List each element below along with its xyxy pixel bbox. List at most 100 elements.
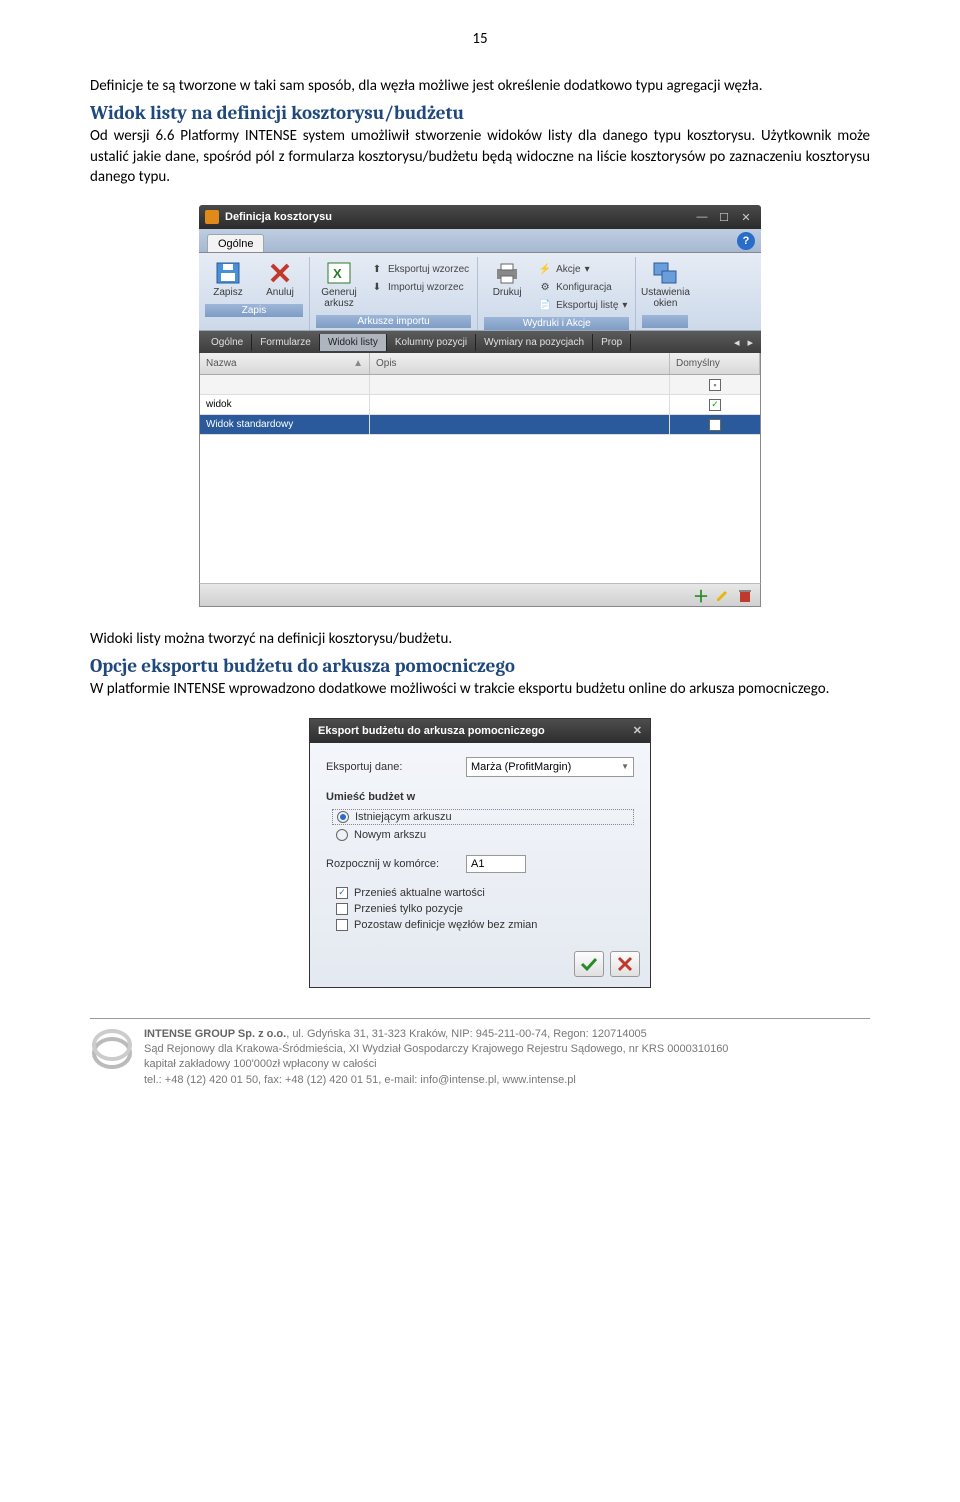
drukuj-button[interactable]: Drukuj xyxy=(484,259,530,300)
windows-icon xyxy=(651,261,679,285)
list-export-icon: 📄 xyxy=(538,298,552,312)
screenshot-definicja-kosztorysu: Definicja kosztorysu — ☐ ✕ Ogólne ? Zapi… xyxy=(199,205,761,607)
paragraph-3: Widoki listy można tworzyć na definicji … xyxy=(90,629,870,649)
help-icon[interactable]: ? xyxy=(737,232,755,250)
edit-button[interactable] xyxy=(714,586,732,604)
gear-icon: ⚙ xyxy=(538,280,552,294)
akcje-button[interactable]: ⚡Akcje ▾ xyxy=(536,261,629,277)
import-icon: ⬇ xyxy=(370,280,384,294)
label-eksportuj-dane: Eksportuj dane: xyxy=(326,761,456,773)
table-row[interactable]: Widok standardowy xyxy=(200,415,760,435)
ribbon: Zapisz Anuluj Zapis X Generuj arkusz ⬆Ek… xyxy=(199,253,761,331)
footer-contact: tel.: +48 (12) 420 01 50, fax: +48 (12) … xyxy=(144,1073,728,1088)
radio-nowy[interactable]: Nowym arkszu xyxy=(336,829,634,841)
add-button[interactable]: ＋ xyxy=(692,586,710,604)
import-wzorzec-button[interactable]: ⬇ Importuj wzorzec xyxy=(368,279,471,295)
paragraph-4: W platformie INTENSE wprowadzono dodatko… xyxy=(90,679,870,699)
filter-nazwa[interactable] xyxy=(200,375,370,394)
subtab-kolumny[interactable]: Kolumny pozycji xyxy=(387,334,476,351)
radio-icon xyxy=(336,829,348,841)
dropdown-eksportuj-dane[interactable]: Marża (ProfitMargin) ▼ xyxy=(466,757,634,777)
checkbox-pozostaw[interactable]: Pozostaw definicje węzłów bez zmian xyxy=(336,919,634,931)
cancel-button[interactable]: Anuluj xyxy=(257,259,303,300)
close-button[interactable]: ✕ xyxy=(633,724,642,737)
cell-input[interactable] xyxy=(466,855,526,873)
filter-opis[interactable] xyxy=(370,375,670,394)
tab-scroll-right[interactable]: ▸ xyxy=(743,336,757,349)
footer-court: Sąd Rejonowy dla Krakowa-Śródmieścia, XI… xyxy=(144,1042,728,1057)
eksportuj-liste-label: Eksportuj listę xyxy=(556,300,618,311)
subtabs: Ogólne Formularze Widoki listy Kolumny p… xyxy=(199,331,761,353)
subtab-wymiary[interactable]: Wymiary na pozycjach xyxy=(476,334,593,351)
footer-capital: kapitał zakładowy 100'000zł wpłacony w c… xyxy=(144,1057,728,1072)
cancel-icon xyxy=(266,261,294,285)
col-domyslny[interactable]: Domyślny xyxy=(670,353,760,374)
filter-row: ▪ xyxy=(200,375,760,395)
table-row[interactable]: widok ✓ xyxy=(200,395,760,415)
ribbon-group-arkusze: X Generuj arkusz ⬆Eksportuj wzorzec ⬇ Imp… xyxy=(310,257,478,330)
konfig-button[interactable]: ⚙ Konfiguracja xyxy=(536,279,629,295)
radio-label: Nowym arkszu xyxy=(354,829,426,841)
drukuj-label: Drukuj xyxy=(493,287,522,298)
tab-scroll-left[interactable]: ◂ xyxy=(730,336,744,349)
footer-logo xyxy=(90,1027,134,1071)
checkbox-label: Przenieś aktualne wartości xyxy=(354,887,485,899)
generuj-button[interactable]: X Generuj arkusz xyxy=(316,259,362,311)
checkbox-przenies-pozycje[interactable]: Przenieś tylko pozycje xyxy=(336,903,634,915)
page-footer: INTENSE GROUP Sp. z o.o., ul. Gdyńska 31… xyxy=(90,1018,870,1089)
radio-label: Istniejącym arkuszu xyxy=(355,811,452,823)
screenshot-eksport-dialog: Eksport budżetu do arkusza pomocniczego … xyxy=(309,718,651,988)
save-label: Zapisz xyxy=(213,287,242,298)
subtab-ogolne[interactable]: Ogólne xyxy=(203,334,252,351)
ribbon-group-ustawienia: Ustawienia okien xyxy=(636,257,694,330)
subtab-formularze[interactable]: Formularze xyxy=(252,334,320,351)
label-umiesc: Umieść budżet w xyxy=(326,791,634,803)
tab-ogolne[interactable]: Ogólne xyxy=(207,234,264,252)
row-checkbox[interactable]: ✓ xyxy=(709,399,721,411)
checkbox-icon: ✓ xyxy=(336,887,348,899)
footer-text: INTENSE GROUP Sp. z o.o., ul. Gdyńska 31… xyxy=(144,1027,728,1089)
ribbon-group-zapis: Zapisz Anuluj Zapis xyxy=(199,257,310,330)
minimize-button[interactable]: — xyxy=(693,211,711,223)
ribbon-group-wydruki: Drukuj ⚡Akcje ▾ ⚙ Konfiguracja 📄 Eksportuj… xyxy=(478,257,636,330)
radio-istniejacy[interactable]: Istniejącym arkuszu xyxy=(332,809,634,825)
grid-footer: ＋ xyxy=(199,583,761,607)
grid-header: Nazwa▲ Opis Domyślny xyxy=(200,353,760,375)
cancel-button[interactable] xyxy=(610,951,640,977)
radio-icon xyxy=(337,811,349,823)
subtab-prop[interactable]: Prop xyxy=(593,334,631,351)
col-opis[interactable]: Opis xyxy=(370,353,670,374)
import-wzorzec-label: Importuj wzorzec xyxy=(388,282,464,293)
delete-button[interactable] xyxy=(736,586,754,604)
eksportuj-liste-button[interactable]: 📄Eksportuj listę ▾ xyxy=(536,297,629,313)
heading-widok-listy: Widok listy na definicji kosztorysu/budż… xyxy=(90,102,870,124)
print-icon xyxy=(493,261,521,285)
eksport-wzorzec-button[interactable]: ⬆Eksportuj wzorzec xyxy=(368,261,471,277)
excel-icon: X xyxy=(325,261,353,285)
grid-body: Nazwa▲ Opis Domyślny ▪ widok ✓ Widok sta… xyxy=(199,353,761,583)
cell-nazwa: widok xyxy=(200,395,370,414)
bolt-icon: ⚡ xyxy=(538,262,552,276)
footer-address: , ul. Gdyńska 31, 31-323 Kraków, NIP: 94… xyxy=(286,1028,647,1040)
row-checkbox[interactable] xyxy=(709,419,721,431)
checkbox-label: Pozostaw definicje węzłów bez zmian xyxy=(354,919,537,931)
group-label-ustaw xyxy=(642,315,688,328)
svg-text:X: X xyxy=(333,266,342,281)
ok-button[interactable] xyxy=(574,951,604,977)
dialog-title: Eksport budżetu do arkusza pomocniczego xyxy=(318,725,545,737)
subtab-widoki-listy[interactable]: Widoki listy xyxy=(320,334,387,351)
app-icon xyxy=(205,210,219,224)
checkbox-przenies-wartosci[interactable]: ✓ Przenieś aktualne wartości xyxy=(336,887,634,899)
filter-domyslny-checkbox[interactable]: ▪ xyxy=(709,379,721,391)
save-button[interactable]: Zapisz xyxy=(205,259,251,300)
maximize-button[interactable]: ☐ xyxy=(715,211,733,224)
page-number: 15 xyxy=(90,30,870,48)
col-nazwa[interactable]: Nazwa▲ xyxy=(200,353,370,374)
sort-icon: ▲ xyxy=(353,358,363,369)
close-button[interactable]: ✕ xyxy=(737,211,755,224)
ustawienia-button[interactable]: Ustawienia okien xyxy=(642,259,688,311)
konfig-label: Konfiguracja xyxy=(556,282,612,293)
cell-nazwa: Widok standardowy xyxy=(200,415,370,434)
paragraph-1: Definicje te są tworzone w taki sam spos… xyxy=(90,76,870,96)
window-title: Definicja kosztorysu xyxy=(225,211,689,223)
